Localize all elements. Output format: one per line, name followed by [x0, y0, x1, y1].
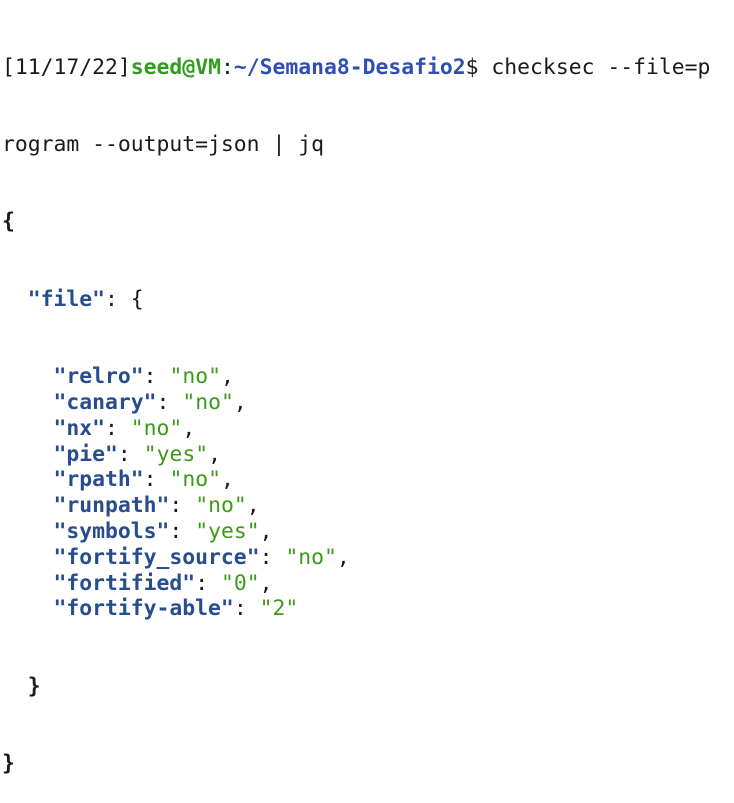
json-file-open: : {: [105, 286, 144, 312]
inner-close-brace: }: [27, 673, 41, 699]
json-entry-sep: :: [233, 596, 260, 622]
prompt-line: [11/17/22]seed@VM:~/Semana8-Desafio2$ ch…: [2, 55, 734, 81]
json-entry-sep: :: [195, 570, 221, 596]
json-entry-key: "fortify-able": [53, 596, 234, 622]
command-continuation: rogram --output=json | jq: [2, 131, 324, 157]
prompt-user-host: seed@VM: [130, 54, 221, 80]
json-entry-value: "no": [182, 389, 234, 415]
outer-close-brace: }: [2, 751, 15, 777]
json-entry-key: "rpath": [53, 467, 144, 493]
json-entry-line: "symbols": "yes",: [2, 519, 734, 545]
json-entry-tail: ,: [336, 544, 350, 570]
json-entry-value: "no": [195, 493, 247, 519]
json-outer-close: }: [2, 751, 734, 777]
json-entry-line: "canary": "no",: [2, 390, 734, 416]
json-entry-sep: :: [259, 544, 286, 570]
json-entry-line: "rpath": "no",: [2, 467, 734, 493]
json-entry-value: "no": [169, 364, 221, 390]
json-inner-close: }: [2, 674, 734, 700]
json-entry-line: "pie": "yes",: [2, 442, 734, 468]
json-entry-tail: ,: [246, 493, 260, 519]
prompt-symbol: $: [465, 54, 492, 80]
json-entry-tail: ,: [233, 389, 247, 415]
json-entry-value: "yes": [195, 518, 260, 544]
json-entry-key: "fortify_source": [53, 544, 260, 570]
json-entry-sep: :: [117, 441, 144, 467]
json-entry-key: "relro": [53, 364, 144, 390]
json-entry-value: "0": [220, 570, 260, 596]
json-entry-key: "symbols": [53, 518, 170, 544]
json-entry-key: "fortified": [53, 570, 196, 596]
json-entry-sep: :: [169, 518, 196, 544]
json-entry-sep: :: [143, 467, 170, 493]
prompt-path: ~/Semana8-Desafio2: [233, 54, 466, 80]
json-entry-value: "no": [285, 544, 337, 570]
command-text-part1: checksec --file=p: [491, 54, 711, 80]
json-entry-line: "fortified": "0",: [2, 571, 734, 597]
json-entry-tail: ,: [259, 570, 273, 596]
json-entries: "relro": "no", "canary": "no", "nx": "no…: [2, 364, 734, 622]
json-entry-key: "runpath": [53, 493, 170, 519]
json-entry-sep: :: [143, 364, 170, 390]
prompt-date: [11/17/22]: [2, 54, 131, 80]
json-entry-line: "relro": "no",: [2, 364, 734, 390]
json-file-line: "file": {: [2, 287, 734, 313]
json-entry-tail: ,: [220, 364, 234, 390]
json-entry-sep: :: [169, 493, 196, 519]
json-entry-line: "fortify-able": "2": [2, 596, 734, 622]
json-entry-value: "2": [259, 596, 299, 622]
json-entry-value: "no": [169, 467, 221, 493]
json-entry-sep: :: [156, 389, 183, 415]
terminal-output[interactable]: [11/17/22]seed@VM:~/Semana8-Desafio2$ ch…: [2, 0, 734, 777]
json-entry-key: "canary": [53, 389, 157, 415]
json-key-file: "file": [27, 286, 106, 312]
json-entry-line: "runpath": "no",: [2, 493, 734, 519]
prompt-colon: :: [220, 54, 234, 80]
json-open-brace: {: [2, 209, 734, 235]
open-brace: {: [2, 209, 15, 235]
json-entry-tail: ,: [259, 518, 273, 544]
json-entry-value: "yes": [143, 441, 209, 467]
json-entry-line: "fortify_source": "no",: [2, 545, 734, 571]
json-entry-tail: ,: [220, 467, 234, 493]
json-entry-tail: ,: [208, 441, 221, 467]
json-entry-key: "pie": [53, 441, 118, 467]
